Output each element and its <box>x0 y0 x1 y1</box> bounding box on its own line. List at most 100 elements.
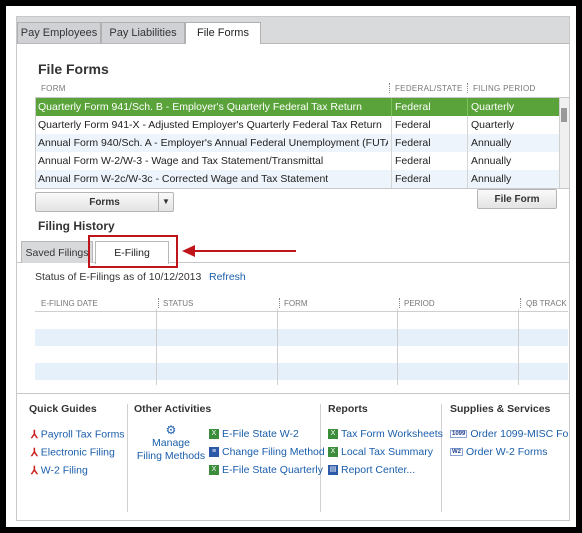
payroll-center-panel: Pay Employees Pay Liabilities File Forms… <box>16 16 570 521</box>
cell-divider <box>391 170 392 188</box>
col-divider <box>518 309 519 385</box>
spreadsheet-icon: X <box>209 429 219 440</box>
file-form-button[interactable]: File Form <box>477 189 557 209</box>
local-tax-summary-link[interactable]: X Local Tax Summary <box>328 446 433 458</box>
spreadsheet-icon: X <box>328 447 338 458</box>
forms-scrollbar[interactable] <box>559 98 569 188</box>
form-period: Quarterly <box>471 119 515 131</box>
table-row <box>35 346 568 363</box>
order-w2-forms-link[interactable]: W2 Order W-2 Forms <box>450 446 547 458</box>
table-row <box>35 329 568 346</box>
arrow-left-icon <box>182 245 296 257</box>
cell-divider <box>391 152 392 170</box>
tax-form-worksheets-link[interactable]: X Tax Form Worksheets <box>328 428 443 440</box>
w2-filing-link[interactable]: ⅄ W-2 Filing <box>31 464 88 477</box>
table-row <box>35 312 568 329</box>
efile-state-quarterly-link[interactable]: X E-File State Quarterly <box>209 464 323 476</box>
col-separator <box>467 83 469 93</box>
scrollbar-thumb[interactable] <box>561 108 567 122</box>
badge-w2-icon: W2 <box>450 448 463 457</box>
manage-filing-methods-link[interactable]: ⚙ Manage Filing Methods <box>135 424 207 463</box>
filing-history-title: Filing History <box>38 219 115 233</box>
form-name: Quarterly Form 941-X - Adjusted Employer… <box>38 119 382 131</box>
quick-guides-title: Quick Guides <box>29 403 97 415</box>
table-row <box>35 363 568 380</box>
col-header-qb-track: QB TRACK <box>526 299 567 308</box>
table-row[interactable]: Quarterly Form 941-X - Adjusted Employer… <box>36 116 559 134</box>
document-icon: ≡ <box>209 447 219 458</box>
highlight-box <box>88 235 178 268</box>
form-jurisdiction: Federal <box>395 155 431 167</box>
col-header-period: PERIOD <box>404 299 435 308</box>
forms-table: Quarterly Form 941/Sch. B - Employer's Q… <box>35 97 569 189</box>
gear-icon: ⚙ <box>165 423 177 437</box>
form-period: Annually <box>471 155 512 167</box>
forms-dropdown-label: Forms <box>89 197 120 208</box>
col-header-filing-period: FILING PERIOD <box>473 84 536 93</box>
cell-divider <box>391 116 392 134</box>
col-header-status: STATUS <box>163 299 194 308</box>
tab-saved-filings[interactable]: Saved Filings <box>21 241 93 263</box>
col-header-efiling-date: E-FILING DATE <box>41 299 98 308</box>
cell-divider <box>467 152 468 170</box>
report-icon: ▤ <box>328 465 338 476</box>
spreadsheet-icon: X <box>209 465 219 476</box>
efile-state-w2-link[interactable]: X E-File State W-2 <box>209 428 299 440</box>
col-header-form: FORM <box>284 299 308 308</box>
form-period: Annually <box>471 173 512 185</box>
form-period: Quarterly <box>471 101 515 113</box>
order-1099-misc-link[interactable]: 1099Order 1099-MISC Forms <box>450 428 569 440</box>
file-forms-title: File Forms <box>38 61 109 77</box>
cell-divider <box>467 98 468 116</box>
tab-pay-employees[interactable]: Pay Employees <box>17 22 101 43</box>
col-header-federal-state: FEDERAL/STATE <box>395 84 463 93</box>
efiling-status-text: Status of E-Filings as of 10/12/2013 <box>35 271 202 283</box>
table-row[interactable]: Annual Form 940/Sch. A - Employer's Annu… <box>36 134 559 152</box>
col-separator <box>279 298 281 308</box>
top-tab-bar: Pay Employees Pay Liabilities File Forms <box>17 17 569 44</box>
cell-divider <box>467 116 468 134</box>
pdf-icon: ⅄ <box>31 447 38 459</box>
table-row[interactable]: Annual Form W-2c/W-3c - Corrected Wage a… <box>36 170 559 188</box>
divider <box>127 404 128 512</box>
spreadsheet-icon: X <box>328 429 338 440</box>
col-divider <box>156 309 157 385</box>
other-activities-title: Other Activities <box>134 403 212 415</box>
form-jurisdiction: Federal <box>395 101 431 113</box>
bottom-links-area: Quick Guides ⅄ Payroll Tax Forms ⅄ Electro… <box>17 393 569 520</box>
pdf-icon: ⅄ <box>31 429 38 441</box>
divider <box>441 404 442 512</box>
form-jurisdiction: Federal <box>395 137 431 149</box>
table-row[interactable]: Annual Form W-2/W-3 - Wage and Tax State… <box>36 152 559 170</box>
col-separator <box>389 83 391 93</box>
refresh-link[interactable]: Refresh <box>209 271 246 283</box>
form-name: Quarterly Form 941/Sch. B - Employer's Q… <box>38 101 362 113</box>
table-row[interactable]: Quarterly Form 941/Sch. B - Employer's Q… <box>36 98 559 116</box>
tab-pay-liabilities[interactable]: Pay Liabilities <box>101 22 185 43</box>
chevron-down-icon[interactable]: ▼ <box>158 193 173 211</box>
form-name: Annual Form W-2/W-3 - Wage and Tax State… <box>38 155 324 167</box>
cell-divider <box>391 98 392 116</box>
col-separator <box>520 298 522 308</box>
tab-file-forms[interactable]: File Forms <box>185 22 261 44</box>
form-jurisdiction: Federal <box>395 119 431 131</box>
change-filing-method-link[interactable]: ≡ Change Filing Method <box>209 446 325 458</box>
col-separator <box>399 298 401 308</box>
supplies-services-title: Supplies & Services <box>450 403 551 415</box>
reports-title: Reports <box>328 403 368 415</box>
cell-divider <box>391 134 392 152</box>
cell-divider <box>467 134 468 152</box>
payroll-tax-forms-link[interactable]: ⅄ Payroll Tax Forms <box>31 428 125 441</box>
col-divider <box>397 309 398 385</box>
form-period: Annually <box>471 137 512 149</box>
col-header-form: FORM <box>41 84 66 93</box>
electronic-filing-link[interactable]: ⅄ Electronic Filing <box>31 446 115 459</box>
col-divider <box>277 309 278 385</box>
col-separator <box>158 298 160 308</box>
efiling-table: E-FILING DATE STATUS FORM PERIOD QB TRAC… <box>35 298 568 385</box>
divider <box>320 404 321 512</box>
pdf-icon: ⅄ <box>31 465 38 477</box>
forms-dropdown[interactable]: Forms ▼ <box>35 192 174 212</box>
form-name: Annual Form 940/Sch. A - Employer's Annu… <box>38 137 388 149</box>
report-center-link[interactable]: ▤ Report Center... <box>328 464 415 476</box>
